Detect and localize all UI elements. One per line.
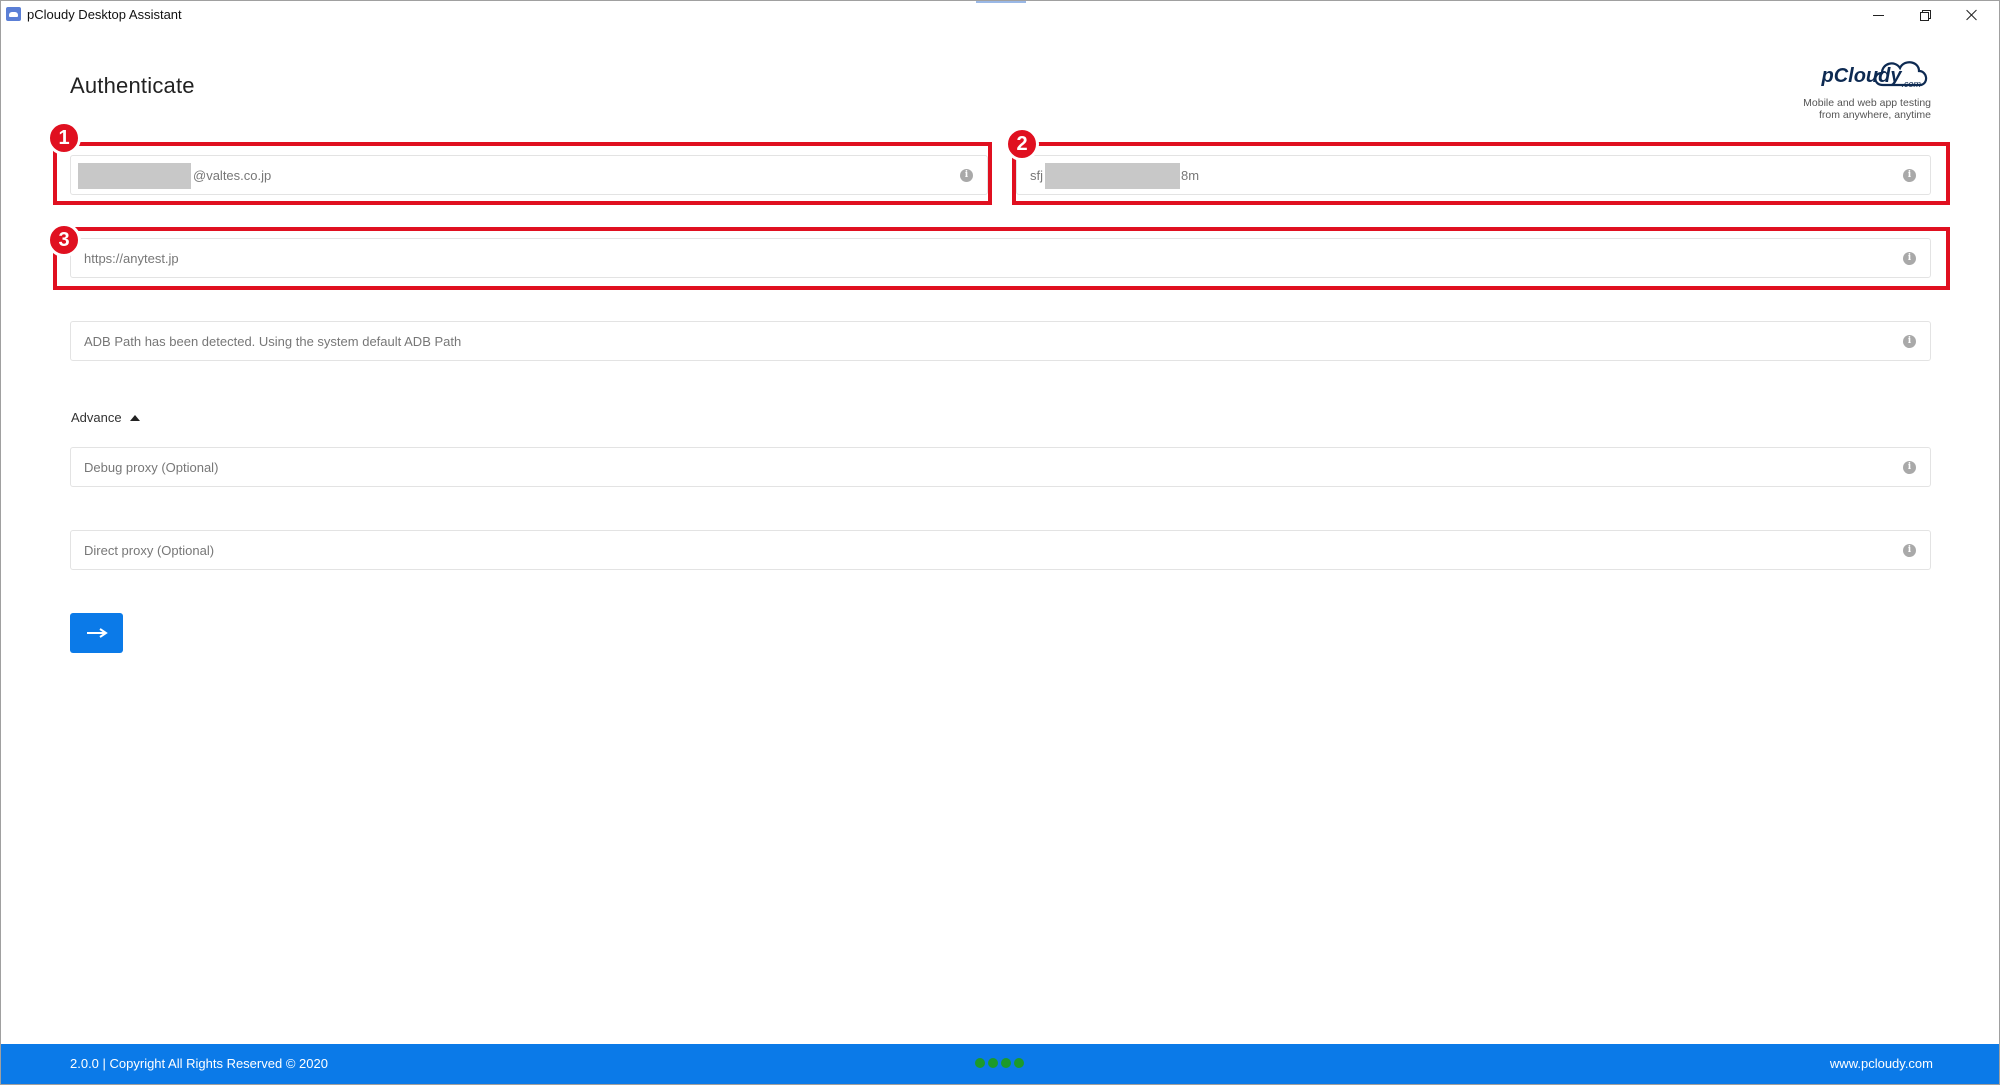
- logo-suffix: .com: [1901, 79, 1921, 89]
- page-title: Authenticate: [70, 73, 195, 98]
- direct-proxy-placeholder: Direct proxy (Optional): [84, 543, 215, 558]
- info-icon[interactable]: i: [1903, 461, 1916, 474]
- caret-up-icon: [129, 414, 140, 421]
- adb-path-value: ADB Path has been detected. Using the sy…: [84, 334, 462, 349]
- status-dot: [1001, 1058, 1011, 1068]
- restore-icon: [1920, 9, 1931, 21]
- annotation-badge-1: 1: [47, 121, 81, 155]
- close-button[interactable]: [1949, 1, 1995, 28]
- info-icon[interactable]: i: [1903, 544, 1916, 557]
- window-title: pCloudy Desktop Assistant: [27, 7, 182, 22]
- info-icon[interactable]: i: [1903, 335, 1916, 348]
- tagline-line-2: from anywhere, anytime: [1818, 109, 1931, 121]
- debug-proxy-placeholder: Debug proxy (Optional): [84, 460, 219, 475]
- annotation-badge-2: 2: [1005, 127, 1039, 161]
- annotation-box-3: [53, 227, 1950, 290]
- title-accent-line: [976, 1, 1026, 3]
- minimize-button[interactable]: [1855, 1, 1901, 28]
- annotation-badge-3: 3: [47, 223, 81, 257]
- title-bar: pCloudy Desktop Assistant: [1, 1, 1999, 28]
- submit-button[interactable]: [70, 613, 123, 653]
- logo-word: pCloudy: [1821, 65, 1902, 87]
- restore-button[interactable]: [1902, 1, 1948, 28]
- direct-proxy-input[interactable]: Direct proxy (Optional) i: [70, 530, 1931, 570]
- tagline-line-1: Mobile and web app testing: [1803, 97, 1931, 109]
- close-icon: [1966, 9, 1978, 21]
- minimize-icon: [1872, 15, 1884, 16]
- footer: 2.0.0 | Copyright All Rights Reserved © …: [1, 1044, 1999, 1084]
- status-dot: [975, 1058, 985, 1068]
- status-dot: [988, 1058, 998, 1068]
- status-dots: [975, 1058, 1024, 1068]
- adb-path-field[interactable]: ADB Path has been detected. Using the sy…: [70, 321, 1931, 361]
- advance-toggle[interactable]: Advance: [71, 410, 140, 425]
- app-window: pCloudy Desktop Assistant Authenticate p…: [0, 0, 2000, 1085]
- advance-label: Advance: [71, 410, 122, 425]
- pcloudy-logo: pCloudy.com Mobile and web app testing f…: [1791, 55, 1931, 127]
- annotation-box-2: [1012, 142, 1950, 205]
- debug-proxy-input[interactable]: Debug proxy (Optional) i: [70, 447, 1931, 487]
- logo-wordmark: pCloudy.com: [1821, 65, 1921, 89]
- copyright-text: 2.0.0 | Copyright All Rights Reserved © …: [70, 1056, 328, 1071]
- status-dot: [1014, 1058, 1024, 1068]
- logo-tagline: Mobile and web app testing from anywhere…: [1803, 97, 1931, 121]
- arrow-right-icon: [86, 628, 108, 638]
- annotation-box-1: [53, 142, 992, 205]
- website-link[interactable]: www.pcloudy.com: [1830, 1056, 1933, 1071]
- app-icon: [6, 7, 21, 21]
